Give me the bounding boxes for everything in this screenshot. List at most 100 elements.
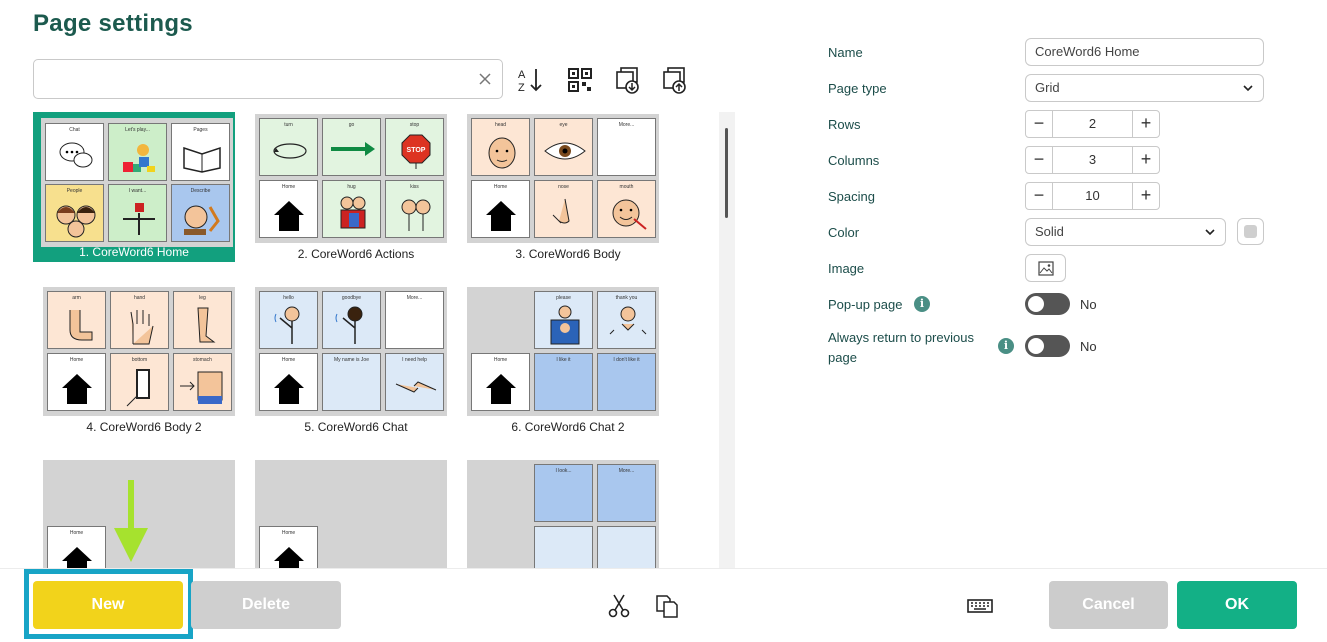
hello-icon bbox=[274, 306, 300, 344]
thumb-cell: More... bbox=[385, 291, 444, 349]
thumb-cell: Home bbox=[471, 180, 530, 238]
page-card-3[interactable]: head eye More... Home nose mouth 3. Core… bbox=[467, 114, 669, 264]
return-label: Always return to previous page bbox=[828, 330, 974, 365]
thumb-cell: goodbye bbox=[322, 291, 381, 349]
thumb-cell: I don't like it bbox=[597, 353, 656, 411]
head-icon bbox=[488, 137, 516, 169]
columns-label: Columns bbox=[828, 153, 880, 168]
copy-icon[interactable] bbox=[654, 593, 680, 619]
thumb-cell: hug bbox=[322, 180, 381, 238]
please-icon bbox=[550, 305, 580, 345]
delete-button[interactable]: Delete bbox=[191, 581, 341, 629]
thumb-cell: kiss bbox=[385, 180, 444, 238]
chevron-down-icon bbox=[1243, 85, 1253, 92]
popup-toggle-value: No bbox=[1080, 297, 1097, 312]
help-hands-icon bbox=[395, 381, 437, 393]
thumb-cell: Home bbox=[259, 180, 318, 238]
thumb-cell: Describe bbox=[171, 184, 230, 242]
rows-label: Rows bbox=[828, 117, 861, 132]
thumb-cell: Home bbox=[47, 526, 106, 568]
thank-you-icon bbox=[609, 306, 647, 335]
name-field[interactable]: CoreWord6 Home bbox=[1025, 38, 1264, 66]
columns-stepper: − 3 + bbox=[1025, 146, 1160, 174]
info-icon[interactable]: i bbox=[998, 338, 1014, 354]
page-type-value: Grid bbox=[1035, 80, 1060, 95]
thumb-cell: More... bbox=[597, 464, 656, 522]
page-card-6[interactable]: please thank you Home I like it I don't … bbox=[467, 287, 669, 437]
thumb-cell: Home bbox=[47, 353, 106, 411]
keyboard-icon[interactable] bbox=[967, 593, 993, 619]
rows-increment-button[interactable]: + bbox=[1132, 111, 1159, 137]
columns-increment-button[interactable]: + bbox=[1132, 147, 1159, 173]
export-page-icon[interactable] bbox=[660, 66, 688, 94]
spacing-increment-button[interactable]: + bbox=[1132, 183, 1159, 209]
color-type-select[interactable]: Solid bbox=[1025, 218, 1226, 246]
stop-sign-icon: STOP bbox=[401, 134, 431, 169]
search-input[interactable] bbox=[34, 60, 454, 98]
color-type-value: Solid bbox=[1035, 224, 1064, 239]
page-card-label: 6. CoreWord6 Chat 2 bbox=[511, 420, 625, 434]
info-icon[interactable]: i bbox=[914, 296, 930, 312]
columns-decrement-button[interactable]: − bbox=[1026, 147, 1053, 173]
thumb-cell: People bbox=[45, 184, 104, 242]
book-icon bbox=[183, 146, 221, 173]
popup-toggle[interactable] bbox=[1025, 293, 1070, 315]
image-label: Image bbox=[828, 261, 865, 276]
scrollbar-thumb[interactable] bbox=[725, 128, 728, 218]
page-type-select[interactable]: Grid bbox=[1025, 74, 1264, 102]
page-card-label: 2. CoreWord6 Actions bbox=[297, 247, 415, 261]
cut-icon[interactable] bbox=[606, 593, 632, 619]
return-toggle[interactable] bbox=[1025, 335, 1070, 357]
bottom-icon bbox=[126, 369, 150, 407]
thumb-cell bbox=[597, 526, 656, 568]
page-card-8[interactable]: Home bbox=[255, 460, 457, 568]
svg-text:A: A bbox=[518, 69, 526, 81]
cancel-button[interactable]: Cancel bbox=[1049, 581, 1168, 629]
page-title: Page settings bbox=[33, 10, 193, 37]
go-arrow-icon bbox=[331, 142, 375, 156]
want-icon bbox=[123, 203, 155, 235]
page-thumbnail: Home bbox=[255, 460, 447, 568]
page-type-label: Page type bbox=[828, 81, 887, 96]
page-card-1[interactable]: Chat Let's play... Pages People I want..… bbox=[33, 112, 235, 262]
qr-code-icon[interactable] bbox=[566, 66, 594, 94]
image-picker-button[interactable] bbox=[1025, 254, 1066, 282]
spacing-stepper: − 10 + bbox=[1025, 182, 1160, 210]
sort-az-icon[interactable]: A Z bbox=[517, 66, 545, 94]
thumb-cell: I want... bbox=[108, 184, 167, 242]
page-card-label: 5. CoreWord6 Chat bbox=[304, 420, 408, 434]
spacing-decrement-button[interactable]: − bbox=[1026, 183, 1053, 209]
home-icon bbox=[62, 547, 92, 568]
rows-value[interactable]: 2 bbox=[1054, 111, 1131, 137]
thumb-cell: Home bbox=[471, 353, 530, 411]
describe-icon bbox=[184, 205, 220, 235]
page-list-scrollbar[interactable] bbox=[719, 112, 735, 568]
thumb-cell: I need help bbox=[385, 353, 444, 411]
thumb-cell: head bbox=[471, 118, 530, 176]
thumb-cell: please bbox=[534, 291, 593, 349]
clear-search-icon[interactable] bbox=[476, 70, 494, 88]
home-icon bbox=[274, 374, 304, 404]
spacing-value[interactable]: 10 bbox=[1054, 183, 1131, 209]
home-icon bbox=[486, 201, 516, 231]
ok-button[interactable]: OK bbox=[1177, 581, 1297, 629]
thumb-cell: Home bbox=[259, 353, 318, 411]
page-thumbnail: head eye More... Home nose mouth bbox=[467, 114, 659, 243]
thumb-cell: leg bbox=[173, 291, 232, 349]
columns-value[interactable]: 3 bbox=[1054, 147, 1131, 173]
page-card-5[interactable]: hello goodbye More... Home My name is Jo… bbox=[255, 287, 457, 437]
page-thumbnail: turn go stop STOP Home hug kiss bbox=[255, 114, 447, 243]
svg-text:STOP: STOP bbox=[407, 147, 426, 154]
color-picker-button[interactable] bbox=[1237, 218, 1264, 245]
page-card-2[interactable]: turn go stop STOP Home hug kiss 2. CoreW… bbox=[255, 114, 457, 264]
home-icon bbox=[486, 374, 516, 404]
toggle-knob bbox=[1028, 296, 1044, 312]
home-icon bbox=[274, 547, 304, 568]
page-thumbnail: please thank you Home I like it I don't … bbox=[467, 287, 659, 416]
rows-decrement-button[interactable]: − bbox=[1026, 111, 1053, 137]
thumb-cell: Let's play... bbox=[108, 123, 167, 181]
import-page-icon[interactable] bbox=[613, 66, 641, 94]
page-card-4[interactable]: arm hand leg Home bottom stomach 4. Core… bbox=[43, 287, 245, 437]
hug-icon bbox=[340, 196, 366, 229]
page-card-9[interactable]: I look... More... bbox=[467, 460, 669, 568]
